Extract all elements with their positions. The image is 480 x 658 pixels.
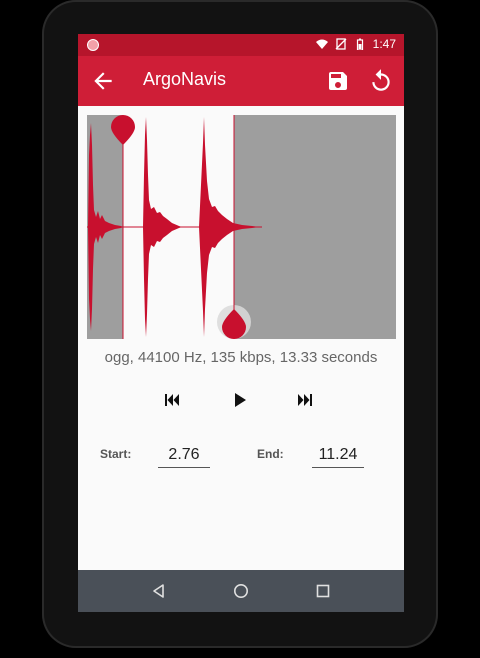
back-arrow-icon[interactable] — [90, 68, 116, 94]
no-sim-icon — [335, 38, 347, 50]
audio-info: ogg, 44100 Hz, 135 kbps, 13.33 seconds — [104, 349, 378, 366]
transport-controls — [78, 386, 404, 416]
waveform-view[interactable] — [87, 115, 396, 339]
play-icon[interactable] — [227, 388, 251, 412]
wifi-icon — [315, 39, 328, 49]
home-nav-icon[interactable] — [232, 582, 250, 600]
app-bar: ArgoNavis — [78, 56, 404, 106]
clock: 1:47 — [372, 37, 396, 51]
notification-icon — [87, 39, 99, 51]
end-input[interactable] — [312, 443, 364, 468]
reset-icon[interactable] — [368, 68, 394, 94]
status-bar: 1:47 — [78, 34, 404, 56]
battery-icon — [356, 38, 363, 50]
skip-next-icon[interactable] — [293, 388, 317, 412]
back-nav-icon[interactable] — [150, 582, 168, 600]
skip-previous-icon[interactable] — [160, 388, 184, 412]
end-label: End: — [257, 447, 284, 461]
start-label: Start: — [100, 447, 132, 461]
save-icon[interactable] — [326, 69, 350, 93]
app-screen: 1:47 ArgoNavis ogg, 44100 Hz, 135 kbps, … — [78, 34, 404, 612]
navigation-bar — [78, 570, 404, 612]
recents-nav-icon[interactable] — [314, 582, 332, 600]
trim-fields: Start: End: — [78, 439, 404, 479]
page-title: ArgoNavis — [143, 69, 227, 89]
start-input[interactable] — [158, 443, 210, 468]
waveform-burst — [143, 117, 182, 337]
